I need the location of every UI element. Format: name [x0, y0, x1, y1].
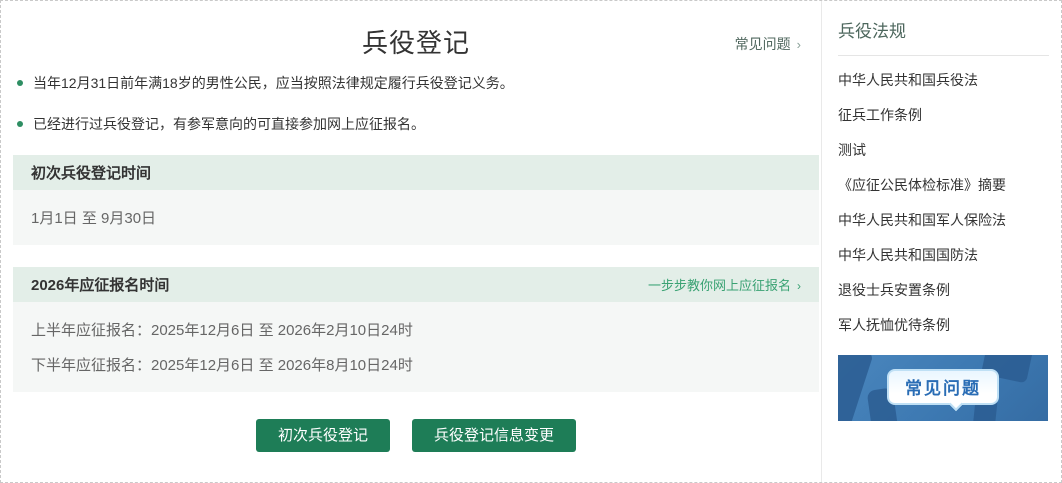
notice-list: 当年12月31日前年满18岁的男性公民，应当按照法律规定履行兵役登记义务。 已经…	[13, 73, 819, 134]
law-list: 中华人民共和国兵役法 征兵工作条例 测试 《应征公民体检标准》摘要 中华人民共和…	[838, 62, 1049, 342]
section-header: 2026年应征报名时间 一步步教你网上应征报名 ›	[13, 267, 819, 302]
date-range-text: 1月1日 至 9月30日	[31, 207, 801, 228]
notice-text: 当年12月31日前年满18岁的男性公民，应当按照法律规定履行兵役登记义务。	[33, 73, 514, 93]
signup-tutorial-link[interactable]: 一步步教你网上应征报名 ›	[648, 275, 801, 294]
sidebar-item-law[interactable]: 《应征公民体检标准》摘要	[838, 167, 1049, 202]
registration-info-change-button[interactable]: 兵役登记信息变更	[412, 419, 576, 452]
faq-link-label: 常见问题	[735, 36, 791, 52]
sidebar-laws: 兵役法规 中华人民共和国兵役法 征兵工作条例 测试 《应征公民体检标准》摘要 中…	[821, 1, 1061, 482]
banner-silhouette-decoration	[838, 355, 874, 421]
page-title: 兵役登记	[13, 1, 819, 60]
section-initial-registration: 初次兵役登记时间 1月1日 至 9月30日	[13, 155, 819, 245]
main-header: 兵役登记 常见问题 ›	[13, 1, 819, 63]
notice-text: 已经进行过兵役登记，有参军意向的可直接参加网上应征报名。	[33, 114, 425, 134]
military-registration-page: 兵役登记 常见问题 › 当年12月31日前年满18岁的男性公民，应当按照法律规定履…	[0, 0, 1062, 483]
sidebar-item-law[interactable]: 中华人民共和国国防法	[838, 237, 1049, 272]
bullet-dot-icon	[17, 80, 23, 86]
faq-banner-label: 常见问题	[887, 369, 999, 405]
faq-banner[interactable]: 常见问题	[838, 355, 1048, 421]
main-content: 兵役登记 常见问题 › 当年12月31日前年满18岁的男性公民，应当按照法律规定履…	[1, 1, 821, 482]
chevron-right-icon: ›	[797, 37, 801, 52]
sidebar-item-law[interactable]: 征兵工作条例	[838, 97, 1049, 132]
section-title: 2026年应征报名时间	[31, 274, 169, 295]
first-half-signup-text: 上半年应征报名：2025年12月6日 至 2026年2月10日24时	[31, 319, 801, 340]
sidebar-item-law[interactable]: 中华人民共和国兵役法	[838, 62, 1049, 97]
section-header: 初次兵役登记时间	[13, 155, 819, 190]
faq-link[interactable]: 常见问题 ›	[735, 34, 801, 54]
list-item: 当年12月31日前年满18岁的男性公民，应当按照法律规定履行兵役登记义务。	[13, 73, 819, 93]
section-body: 1月1日 至 9月30日	[13, 190, 819, 245]
second-half-signup-text: 下半年应征报名：2025年12月6日 至 2026年8月10日24时	[31, 354, 801, 375]
section-title: 初次兵役登记时间	[31, 162, 151, 183]
sidebar-item-law[interactable]: 中华人民共和国军人保险法	[838, 202, 1049, 237]
action-button-row: 初次兵役登记 兵役登记信息变更	[13, 419, 819, 452]
initial-registration-button[interactable]: 初次兵役登记	[256, 419, 390, 452]
section-enlistment-signup: 2026年应征报名时间 一步步教你网上应征报名 › 上半年应征报名：2025年12…	[13, 267, 819, 392]
list-item: 已经进行过兵役登记，有参军意向的可直接参加网上应征报名。	[13, 114, 819, 134]
sidebar-item-law[interactable]: 测试	[838, 132, 1049, 167]
sidebar-item-law[interactable]: 军人抚恤优待条例	[838, 307, 1049, 342]
sidebar-item-law[interactable]: 退役士兵安置条例	[838, 272, 1049, 307]
sidebar-title: 兵役法规	[838, 15, 1049, 56]
section-body: 上半年应征报名：2025年12月6日 至 2026年2月10日24时 下半年应征…	[13, 302, 819, 392]
chevron-right-icon: ›	[797, 279, 801, 293]
bullet-dot-icon	[17, 121, 23, 127]
signup-tutorial-label: 一步步教你网上应征报名	[648, 278, 791, 293]
